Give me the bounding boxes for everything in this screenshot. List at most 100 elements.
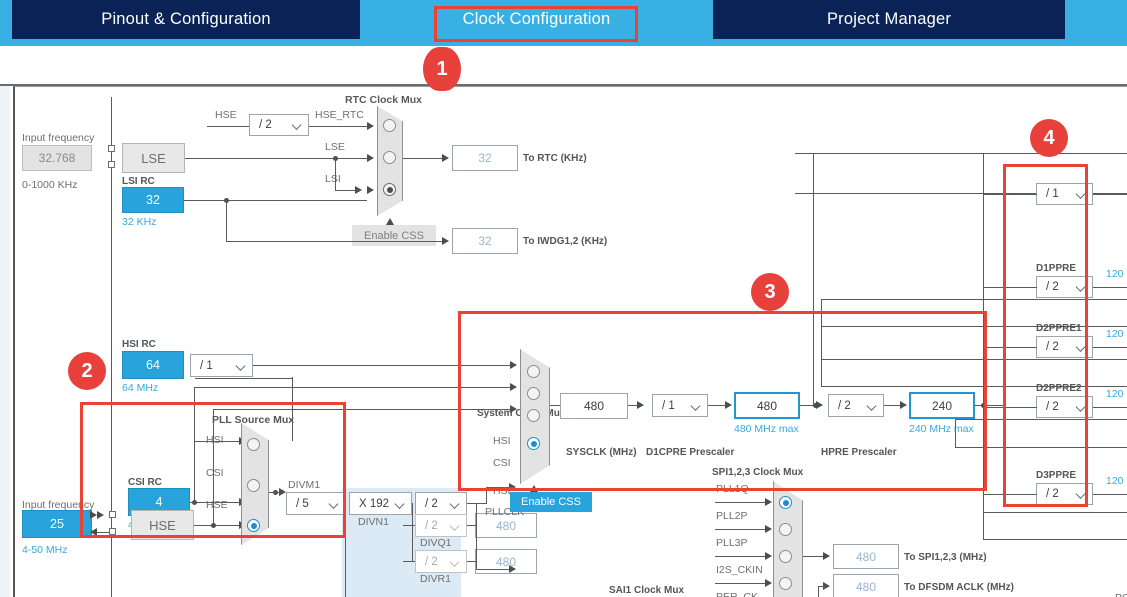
to-rtc-output-field[interactable]: 32 — [452, 145, 518, 171]
hse-input-frequency-field[interactable]: 25 — [22, 510, 92, 538]
chevron-down-icon — [451, 499, 460, 508]
divp1-select[interactable]: / 2 — [415, 492, 467, 515]
divq1-label: DIVQ1 — [420, 537, 452, 549]
rtc-hse-rtc-label: HSE_RTC — [315, 109, 364, 121]
chevron-down-icon — [692, 401, 701, 410]
d3ppre-value: / 2 — [1046, 488, 1059, 500]
sys-mux-option-csi[interactable] — [527, 387, 540, 400]
divn1-select[interactable]: X 192 — [349, 492, 412, 515]
chevron-down-icon — [396, 499, 405, 508]
spi-mux-option-pll3p[interactable] — [779, 550, 792, 563]
d3ppre-select[interactable]: / 2 — [1036, 483, 1093, 505]
divm1-label: DIVM1 — [288, 479, 321, 491]
system-enable-css-button[interactable]: Enable CSS — [510, 492, 592, 512]
lsi-frequency-field[interactable]: 32 — [122, 187, 184, 213]
rtc-hse-divider-select[interactable]: / 2 — [249, 114, 309, 136]
hsi-divider-select[interactable]: / 1 — [190, 354, 253, 377]
lse-input-frequency-label: Input frequency — [22, 132, 95, 144]
d1cpre-value: / 1 — [662, 399, 675, 412]
divr1-output-field[interactable]: 480 — [475, 549, 537, 574]
hse-range-label: 4-50 MHz — [22, 544, 68, 556]
tab-clock-configuration[interactable]: Clock Configuration — [360, 0, 713, 39]
d1cpre-output-field[interactable]: 480 — [734, 392, 800, 419]
to-iwdg-output-field[interactable]: 32 — [452, 228, 518, 254]
pll-mux-option-hse[interactable] — [247, 519, 260, 532]
hsi-unit-label: 64 MHz — [122, 382, 159, 394]
d1cpre-label: D1CPRE Prescaler — [646, 447, 735, 458]
hpre-value: / 2 — [838, 399, 851, 412]
annotation-badge-2: 2 — [68, 352, 106, 390]
d1ppre-select[interactable]: / 2 — [1036, 276, 1093, 298]
sysclk-field[interactable]: 480 — [560, 393, 628, 419]
chevron-down-icon — [330, 499, 339, 508]
divq1-select[interactable]: / 2 — [415, 514, 467, 537]
tab-bar-right-filler — [1065, 0, 1127, 39]
rtc-mux-option-lsi[interactable] — [383, 183, 396, 196]
sys-mux-option-hsi[interactable] — [527, 365, 540, 378]
to-dfsdm-output-field[interactable]: 480 — [833, 574, 899, 597]
d2ppre2-value: / 2 — [1046, 401, 1059, 413]
apb-prescaler-0-select[interactable]: / 1 — [1036, 183, 1093, 205]
hpre-max-label: 240 MHz max — [909, 423, 974, 435]
spi-mux-option-i2s-ckin[interactable] — [779, 577, 792, 590]
d2ppre2-max-label: 120 MHz — [1106, 388, 1127, 400]
clock-tree-canvas[interactable]: Input frequency 32.768 0-1000 KHz LSE LS… — [13, 86, 1127, 597]
canvas-left-gutter — [0, 86, 10, 597]
to-spi-output-field[interactable]: 480 — [833, 544, 899, 569]
rtc-hse-divider-value: / 2 — [259, 119, 272, 131]
lse-input-frequency-field[interactable]: 32.768 — [22, 145, 92, 171]
spi-mux-option-pll2p[interactable] — [779, 523, 792, 536]
usart-mux-input-1-label: PCLK1 — [1115, 592, 1127, 597]
lse-pin-out[interactable] — [108, 161, 115, 168]
lsi-rc-title: LSI RC — [122, 176, 155, 187]
tab-bar-underline — [0, 39, 1127, 46]
hpre-output-field[interactable]: 240 — [909, 392, 975, 419]
sys-mux-csi-label: CSI — [493, 457, 511, 469]
tab-pinout-configuration[interactable]: Pinout & Configuration — [12, 0, 360, 39]
d3ppre-max-label: 120 MHz — [1106, 475, 1127, 487]
chevron-down-icon — [1077, 490, 1086, 499]
sys-mux-option-hse[interactable] — [527, 409, 540, 422]
clock-toolbar: Resolve Clock Issues — [0, 46, 1127, 125]
lse-range-label: 0-1000 KHz — [22, 179, 78, 191]
rtc-mux-option-hse-rtc[interactable] — [383, 119, 396, 132]
pll-mux-csi-label: CSI — [206, 467, 224, 479]
rtc-mux-lse-label: LSE — [325, 141, 345, 153]
divn1-value: X 192 — [359, 497, 390, 510]
hse-oscillator-box[interactable]: HSE — [131, 510, 194, 540]
lse-pin-in[interactable] — [108, 145, 115, 152]
divr1-value: / 2 — [425, 555, 438, 568]
annotation-badge-4: 4 — [1030, 119, 1068, 157]
divr1-select[interactable]: / 2 — [415, 550, 467, 573]
spi-mux-pll3p-label: PLL3P — [716, 537, 748, 549]
tab-bar-left-padding — [0, 0, 12, 39]
pll-mux-option-csi[interactable] — [247, 479, 260, 492]
annotation-badge-1: 1 — [423, 47, 461, 91]
divn1-label: DIVN1 — [358, 516, 389, 528]
hse-pin-in[interactable] — [109, 511, 116, 518]
tab-project-manager[interactable]: Project Manager — [713, 0, 1065, 39]
chevron-down-icon — [293, 121, 302, 130]
hsi-divider-value: / 1 — [200, 359, 213, 372]
rtc-mux-option-lse[interactable] — [383, 151, 396, 164]
tab-clock-label: Clock Configuration — [462, 10, 611, 28]
sys-mux-option-pllclk[interactable] — [527, 437, 540, 450]
clock-configuration-screen: Pinout & Configuration Clock Configurati… — [0, 0, 1127, 597]
d1cpre-select[interactable]: / 1 — [652, 394, 708, 417]
divm1-select[interactable]: / 5 — [286, 492, 346, 515]
hsi-frequency-field[interactable]: 64 — [122, 351, 184, 379]
pll-mux-option-hsi[interactable] — [247, 438, 260, 451]
spi-mux-option-pll1q[interactable] — [779, 496, 792, 509]
divr1-label: DIVR1 — [420, 573, 451, 585]
hpre-select[interactable]: / 2 — [828, 394, 884, 417]
lse-oscillator-box[interactable]: LSE — [122, 143, 185, 173]
chevron-down-icon — [1077, 403, 1086, 412]
rtc-enable-css-button[interactable]: Enable CSS — [352, 225, 436, 246]
to-dfsdm-output-label: To DFSDM ACLK (MHz) — [904, 582, 1014, 593]
d2ppre1-select[interactable]: / 2 — [1036, 336, 1093, 358]
d2ppre2-select[interactable]: / 2 — [1036, 396, 1093, 418]
hse-pin-out[interactable] — [109, 528, 116, 535]
chevron-down-icon — [868, 401, 877, 410]
d1cpre-max-label: 480 MHz max — [734, 423, 799, 435]
divq1-value: / 2 — [425, 519, 438, 532]
